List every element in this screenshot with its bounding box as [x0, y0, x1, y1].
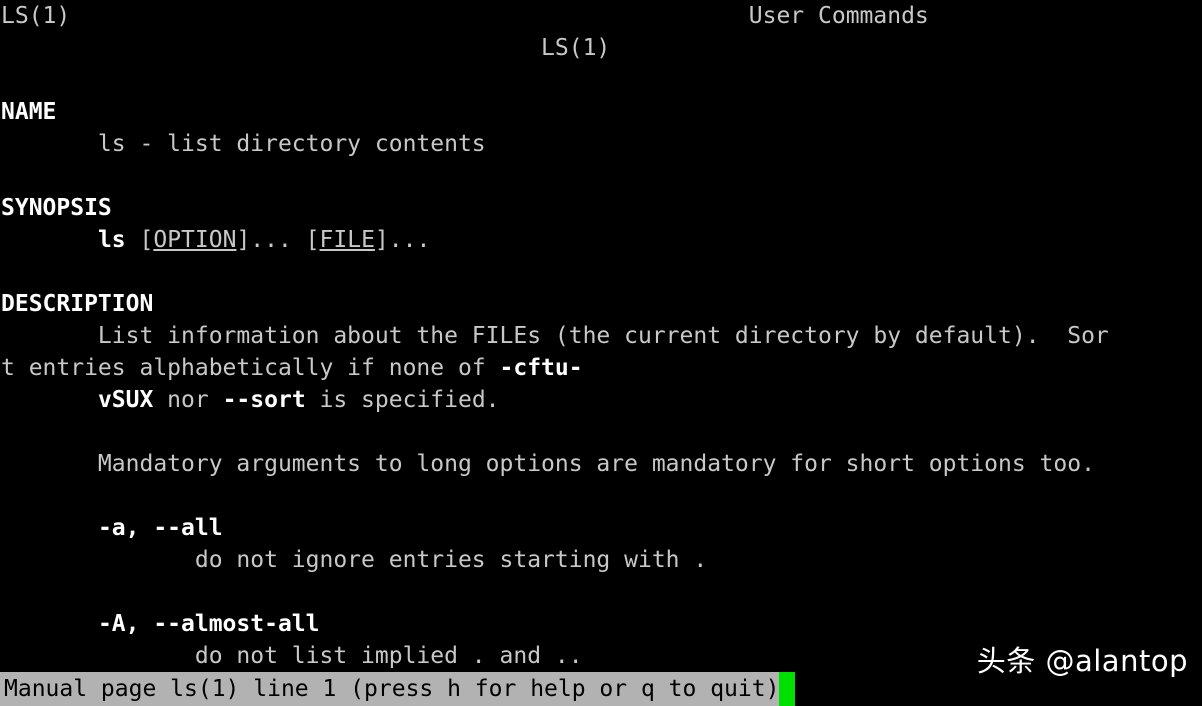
blank-6 — [0, 576, 1202, 608]
option-a-seg-0 — [1, 515, 98, 541]
option-A: -A, --almost-all — [0, 608, 1202, 640]
header-line-2-seg-1: LS(1) — [541, 35, 611, 61]
synopsis-body-seg-0 — [1, 227, 98, 253]
blank-3 — [0, 256, 1202, 288]
description-body-3-seg-4: is specified. — [305, 387, 500, 413]
mandatory-note-seg-0: Mandatory arguments to long options are … — [1, 451, 1095, 477]
terminal-cursor — [779, 672, 796, 706]
section-description: DESCRIPTION — [0, 288, 1202, 320]
synopsis-body-seg-1: ls — [97, 227, 126, 253]
synopsis-body-seg-3: OPTION — [153, 227, 237, 253]
header-line-1-seg-0: LS(1) — [1, 3, 71, 29]
blank-2 — [0, 160, 1202, 192]
option-A-seg-0 — [1, 611, 98, 637]
option-a: -a, --all — [0, 512, 1202, 544]
description-body-2-seg-1: -cftu- — [499, 355, 583, 381]
description-body-3-seg-1: vSUX — [97, 387, 154, 413]
blank-5 — [0, 480, 1202, 512]
name-body: ls - list directory contents — [0, 128, 1202, 160]
section-synopsis-seg-0: SYNOPSIS — [1, 195, 112, 221]
header-line-2-seg-0 — [1, 35, 541, 61]
mandatory-note: Mandatory arguments to long options are … — [0, 448, 1202, 480]
description-body-2: t entries alphabetically if none of -cft… — [0, 352, 1202, 384]
section-name: NAME — [0, 96, 1202, 128]
name-body-seg-0: ls - list directory contents — [1, 131, 486, 157]
synopsis-body-seg-2: [ — [125, 227, 154, 253]
blank-4 — [0, 416, 1202, 448]
synopsis-body-seg-6: ]... — [374, 227, 431, 253]
section-name-seg-0: NAME — [1, 99, 57, 125]
description-body-3-seg-3: --sort — [222, 387, 306, 413]
option-a-seg-1: -a, --all — [97, 515, 223, 541]
synopsis-body-seg-4: ]... [ — [236, 227, 320, 253]
header-line-1-seg-2: User Commands — [748, 3, 929, 29]
description-body-3-seg-0 — [1, 387, 98, 413]
header-line-2: LS(1) — [0, 32, 1202, 64]
blank-1 — [0, 64, 1202, 96]
section-synopsis: SYNOPSIS — [0, 192, 1202, 224]
watermark-label: 头条 @alantop — [976, 644, 1188, 678]
terminal-screen[interactable]: LS(1) User Commands LS(1) NAME ls - list… — [0, 0, 1202, 672]
option-A-seg-1: -A, --almost-all — [97, 611, 320, 637]
description-body-3-seg-2: nor — [153, 387, 223, 413]
synopsis-body: ls [OPTION]... [FILE]... — [0, 224, 1202, 256]
option-a-desc-seg-0: do not ignore entries starting with . — [1, 547, 708, 573]
option-a-desc: do not ignore entries starting with . — [0, 544, 1202, 576]
description-body-3: vSUX nor --sort is specified. — [0, 384, 1202, 416]
description-body-1: List information about the FILEs (the cu… — [0, 320, 1202, 352]
header-line-1: LS(1) User Commands — [0, 0, 1202, 32]
description-body-2-seg-0: t entries alphabetically if none of — [1, 355, 500, 381]
option-A-desc-seg-0: do not list implied . and .. — [1, 643, 583, 669]
synopsis-body-seg-5: FILE — [319, 227, 375, 253]
header-line-1-seg-1 — [70, 3, 749, 29]
section-description-seg-0: DESCRIPTION — [1, 291, 154, 317]
description-body-1-seg-0: List information about the FILEs (the cu… — [1, 323, 1109, 349]
status-bar-text: Manual page ls(1) line 1 (press h for he… — [0, 672, 780, 706]
